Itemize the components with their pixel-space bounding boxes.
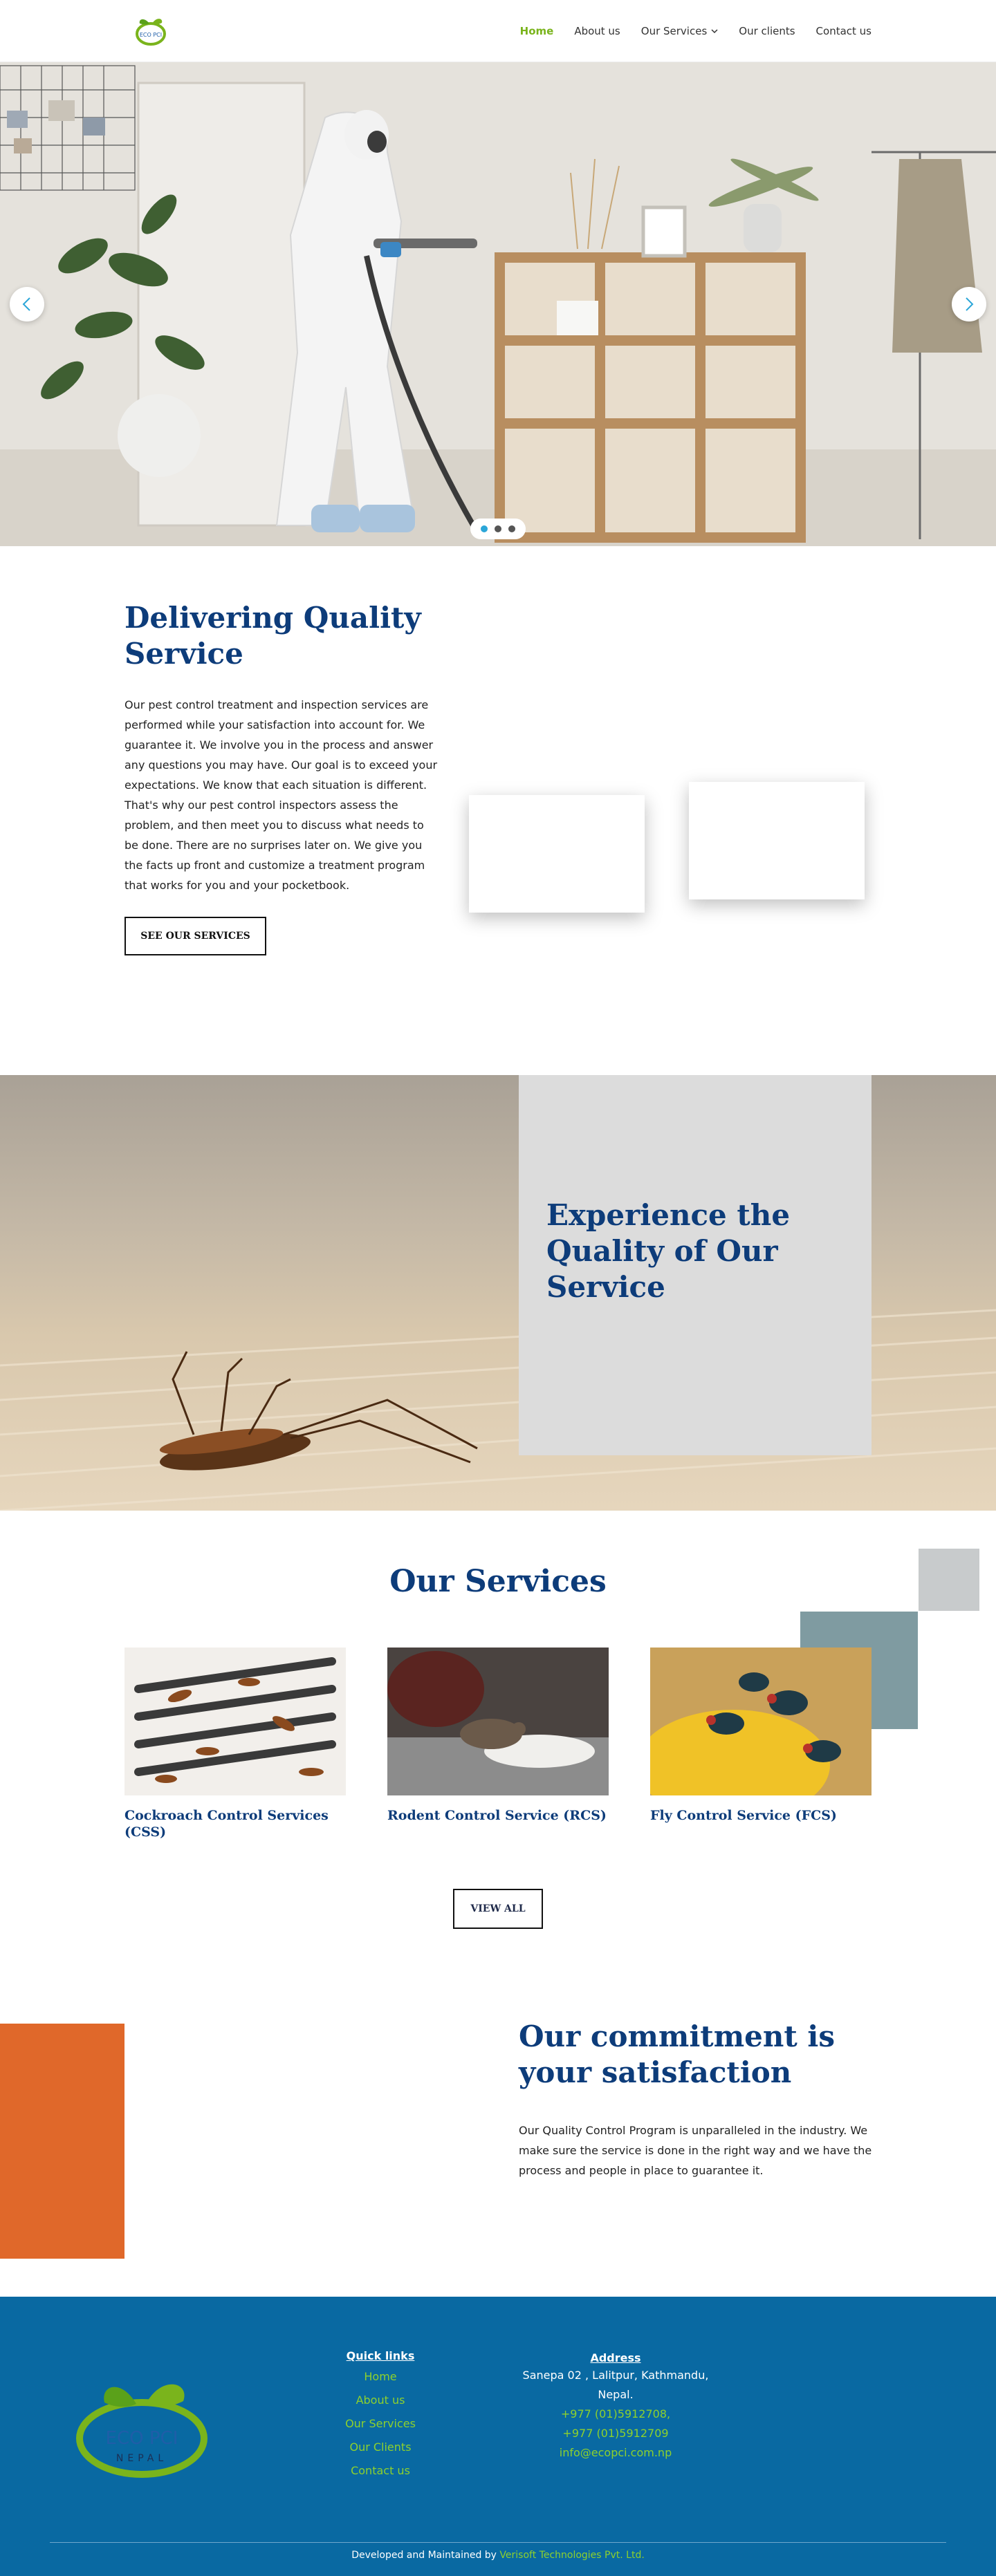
phone-link[interactable]: +977 (01)5912708, <box>498 2405 733 2424</box>
slider-dot[interactable] <box>508 525 515 532</box>
quality-title: Delivering Quality Service <box>124 601 421 671</box>
quality-text: Our pest control treatment and inspectio… <box>124 698 438 892</box>
fly-service-link[interactable]: Fly Control Service (FCS) <box>650 1807 872 1824</box>
footer-quick-links: Quick links Home About us Our Services O… <box>311 2349 450 2483</box>
address-line: Sanepa 02 , Lalitpur, Kathmandu, <box>522 2369 709 2382</box>
email-link[interactable]: info@ecopci.com.np <box>498 2443 733 2463</box>
view-all-button[interactable]: VIEW ALL <box>453 1889 543 1929</box>
footer-link-home[interactable]: Home <box>311 2365 450 2389</box>
see-our-services-button[interactable]: SEE OUR SERVICES <box>124 917 266 955</box>
address-title: Address <box>590 2351 641 2364</box>
nav-home[interactable]: Home <box>520 25 554 37</box>
decor-orange-block <box>0 2024 124 2259</box>
image-card-left <box>469 795 645 913</box>
slider-next-button[interactable] <box>952 287 986 321</box>
address-line: Nepal. <box>598 2388 634 2401</box>
commitment-title: Our commitment is your satisfaction <box>519 2019 836 2089</box>
rodent-service-link[interactable]: Rodent Control Service (RCS) <box>387 1807 609 1824</box>
main-nav: Home About us Our Services Our clients C… <box>520 0 872 62</box>
hero-slider <box>0 62 996 546</box>
nav-clients[interactable]: Our clients <box>739 25 795 37</box>
footer-address: Address Sanepa 02 , Lalitpur, Kathmandu,… <box>498 2351 733 2463</box>
footer-link-about[interactable]: About us <box>311 2389 450 2412</box>
slider-dot[interactable] <box>481 525 488 532</box>
footer-link-services[interactable]: Our Services <box>311 2412 450 2436</box>
footer-logo-text: ECO PCI <box>106 2428 178 2449</box>
footer-link-clients[interactable]: Our Clients <box>311 2436 450 2459</box>
nav-services[interactable]: Our Services <box>641 25 719 37</box>
nav-about[interactable]: About us <box>574 25 620 37</box>
services-title: Our Services <box>389 1564 607 1599</box>
footer-logo: ECO PCI NEPAL <box>73 2375 211 2485</box>
slider-dot[interactable] <box>495 525 501 532</box>
svg-text:ECO PCI: ECO PCI <box>140 32 162 38</box>
experience-title: Experience the Quality of Our Service <box>546 1198 791 1304</box>
rodent-service-image[interactable] <box>387 1648 609 1795</box>
image-card-right <box>689 782 865 899</box>
chevron-left-icon <box>22 297 30 311</box>
footer-divider <box>50 2542 946 2543</box>
chevron-right-icon <box>966 297 974 311</box>
site-logo[interactable]: ECO PCI <box>131 15 170 47</box>
site-header: ECO PCI Home About us Our Services Our c… <box>0 0 996 62</box>
phone-link[interactable]: +977 (01)5912709 <box>498 2424 733 2443</box>
slider-pagination <box>470 519 526 539</box>
slider-prev-button[interactable] <box>10 287 44 321</box>
commitment-text: Our Quality Control Program is unparalle… <box>519 2124 872 2177</box>
footer-link-contact[interactable]: Contact us <box>311 2459 450 2483</box>
footer-credits: Developed and Maintained by Verisoft Tec… <box>351 2550 645 2561</box>
developer-link[interactable]: Verisoft Technologies Pvt. Ltd. <box>499 2550 644 2561</box>
chevron-down-icon <box>711 29 718 34</box>
nav-contact[interactable]: Contact us <box>816 25 872 37</box>
quick-links-title: Quick links <box>346 2349 415 2362</box>
hero-image <box>0 62 996 546</box>
footer-logo-subtext: NEPAL <box>116 2453 167 2464</box>
cockroach-service-link[interactable]: Cockroach Control Services (CSS) <box>124 1807 346 1840</box>
cockroach-service-image[interactable] <box>124 1648 346 1795</box>
fly-service-image[interactable] <box>650 1648 872 1795</box>
